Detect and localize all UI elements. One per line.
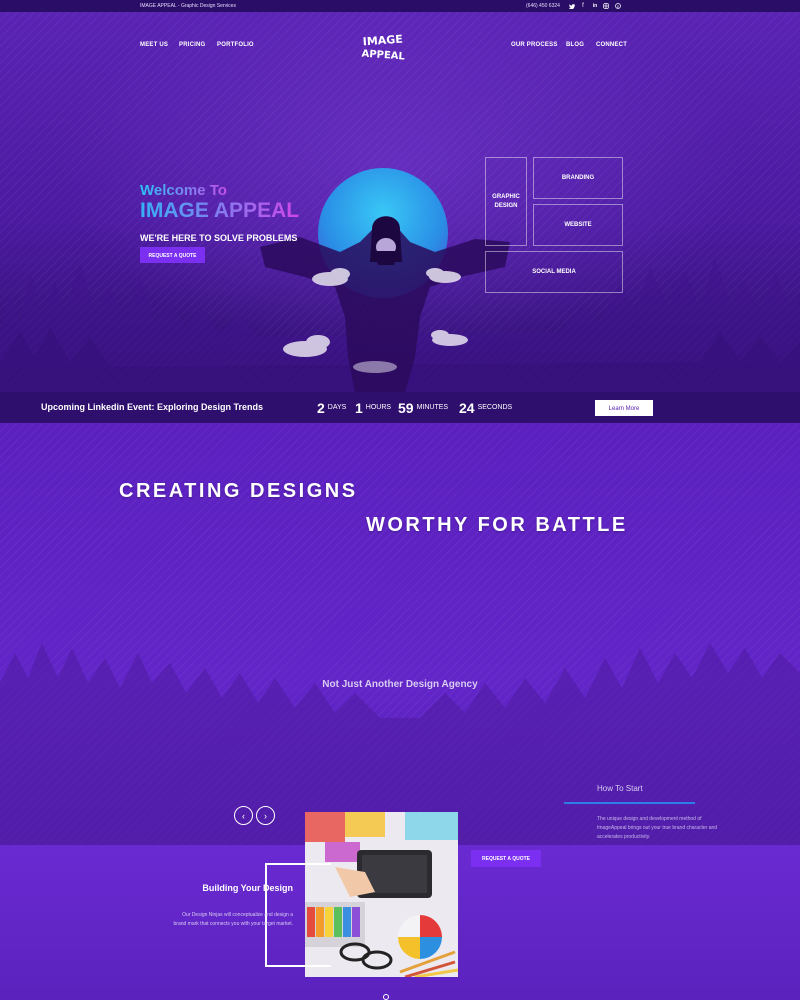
site-tagline: IMAGE APPEAL - Graphic Design Services (140, 3, 236, 9)
carousel-prev-button[interactable]: ‹ (234, 806, 253, 825)
site-logo[interactable]: IMAGE APPEAL (360, 32, 406, 63)
pinterest-icon[interactable]: p (614, 0, 622, 12)
nav-pricing[interactable]: PRICING (179, 42, 205, 48)
learn-more-button[interactable]: Learn More (595, 400, 653, 416)
linkedin-icon[interactable]: in (590, 0, 600, 12)
service-social-media[interactable]: SOCIAL MEDIA (485, 251, 623, 293)
chevron-right-icon: › (264, 810, 267, 821)
service-branding-label: BRANDING (561, 175, 595, 181)
welcome-text: Welcome To (140, 182, 227, 199)
service-social-media-label: SOCIAL MEDIA (532, 269, 576, 275)
nav-blog[interactable]: BLOG (566, 42, 584, 48)
nav-meet-us[interactable]: MEET US (140, 42, 168, 48)
nav-portfolio[interactable]: PORTFOLIO (217, 42, 254, 48)
how-to-start-text: The unique design and development method… (597, 816, 718, 840)
countdown-days-value: 2 (317, 399, 325, 416)
request-quote-button[interactable]: REQUEST A QUOTE (140, 247, 205, 263)
countdown-days: 2 DAYS (317, 392, 346, 423)
hero-tagline: WE'RE HERE TO SOLVE PROBLEMS (140, 233, 298, 243)
carousel-next-button[interactable]: › (256, 806, 275, 825)
countdown-seconds-value: 24 (459, 399, 475, 416)
building-design-text: Our Design Ninjas will conceptualize and… (173, 912, 294, 927)
countdown-days-label: DAYS (327, 404, 347, 411)
hero-section: MEET US PRICING PORTFOLIO OUR PROCESS BL… (0, 12, 800, 392)
service-website-label: WEBSITE (564, 222, 592, 228)
ninja-hero-image (260, 216, 510, 392)
building-design-title: Building Your Design (202, 883, 293, 893)
countdown-minutes-label: MINUTES (416, 404, 449, 411)
countdown-hours-value: 1 (355, 399, 363, 416)
countdown-seconds-label: SECONDS (477, 404, 513, 411)
event-title: Upcoming Linkedin Event: Exploring Desig… (41, 402, 264, 412)
how-to-start-title: How To Start (597, 784, 643, 793)
brand-title: IMAGE APPEAL (140, 199, 300, 222)
countdown-minutes: 59 MINUTES (398, 392, 448, 423)
event-countdown-bar: Upcoming Linkedin Event: Exploring Desig… (0, 392, 800, 423)
phone-number[interactable]: (646) 450 6324 (526, 0, 560, 12)
countdown-minutes-value: 59 (398, 399, 414, 416)
chevron-left-icon: ‹ (242, 810, 245, 821)
section-subheading: Not Just Another Design Agency (322, 679, 478, 690)
carousel-dot-indicator[interactable] (383, 994, 389, 1000)
logo-line-2: APPEAL (361, 49, 406, 62)
headline-line-1: CREATING DESIGNS (119, 480, 358, 502)
service-graphic-design-label: GRAPHIC DESIGN (492, 193, 520, 209)
logo-line-1: IMAGE (362, 33, 403, 49)
nav-connect[interactable]: CONNECT (596, 42, 627, 48)
service-graphic-design[interactable]: GRAPHIC DESIGN (485, 157, 527, 246)
service-website[interactable]: WEBSITE (533, 204, 623, 246)
twitter-icon[interactable] (568, 0, 576, 12)
facebook-icon[interactable]: f (580, 0, 586, 12)
instagram-icon[interactable] (602, 0, 610, 12)
headline-line-2: WORTHY FOR BATTLE (366, 514, 628, 536)
nav-our-process[interactable]: OUR PROCESS (511, 42, 558, 48)
countdown-hours-label: HOURS (365, 404, 392, 411)
top-info-bar: IMAGE APPEAL - Graphic Design Services (… (0, 0, 800, 12)
countdown-hours: 1 HOURS (355, 392, 391, 423)
how-to-start-underline (564, 802, 695, 804)
service-branding[interactable]: BRANDING (533, 157, 623, 199)
countdown-seconds: 24 SECONDS (459, 392, 512, 423)
request-quote-button-2[interactable]: REQUEST A QUOTE (471, 850, 541, 867)
